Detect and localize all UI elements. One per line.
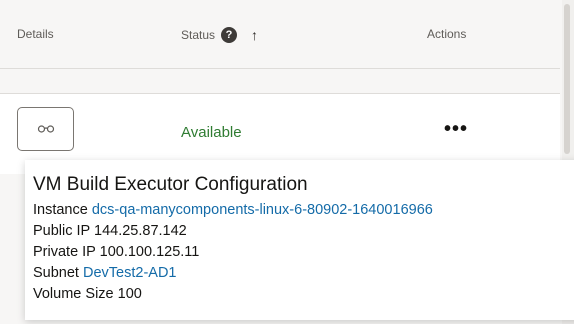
glasses-icon bbox=[37, 125, 54, 133]
build-executors-table-view: Details Status ? ↑ Actions Available •••… bbox=[0, 0, 574, 324]
public-ip-label: Public IP bbox=[33, 223, 90, 239]
help-icon[interactable]: ? bbox=[221, 27, 238, 43]
actions-menu-button[interactable]: ••• bbox=[441, 116, 471, 142]
volume-size-line: Volume Size 100 bbox=[33, 284, 574, 305]
scrollbar-thumb[interactable] bbox=[564, 4, 570, 154]
subnet-label: Subnet bbox=[33, 265, 79, 281]
table-spacer-row bbox=[0, 69, 560, 94]
subnet-line: Subnet DevTest2-AD1 bbox=[33, 263, 574, 284]
instance-line: Instance dcs-qa-manycomponents-linux-6-8… bbox=[33, 200, 574, 221]
volume-size-value: 100 bbox=[117, 286, 142, 302]
column-header-details-label: Details bbox=[17, 27, 54, 41]
details-button[interactable] bbox=[17, 107, 74, 151]
column-header-details[interactable]: Details bbox=[17, 27, 54, 41]
status-value: Available bbox=[181, 124, 242, 141]
more-icon: ••• bbox=[443, 117, 468, 140]
sort-ascending-icon[interactable]: ↑ bbox=[251, 27, 258, 43]
column-header-actions[interactable]: Actions bbox=[427, 27, 466, 41]
private-ip-value: 100.100.125.11 bbox=[99, 244, 200, 260]
instance-link[interactable]: dcs-qa-manycomponents-linux-6-80902-1640… bbox=[92, 202, 433, 218]
column-header-status-label: Status bbox=[181, 28, 216, 42]
column-header-actions-label: Actions bbox=[427, 27, 467, 41]
private-ip-label: Private IP bbox=[33, 244, 96, 260]
private-ip-line: Private IP 100.100.125.11 bbox=[33, 242, 574, 263]
table-header: Details Status ? ↑ Actions bbox=[0, 0, 560, 69]
details-popup: VM Build Executor Configuration Instance… bbox=[25, 160, 574, 320]
column-header-status[interactable]: Status ? ↑ bbox=[181, 27, 258, 43]
popup-title: VM Build Executor Configuration bbox=[33, 174, 308, 195]
instance-label: Instance bbox=[33, 202, 88, 218]
public-ip-line: Public IP 144.25.87.142 bbox=[33, 221, 574, 242]
public-ip-value: 144.25.87.142 bbox=[94, 223, 187, 239]
subnet-link[interactable]: DevTest2-AD1 bbox=[83, 265, 176, 281]
volume-size-label: Volume Size bbox=[33, 286, 114, 302]
